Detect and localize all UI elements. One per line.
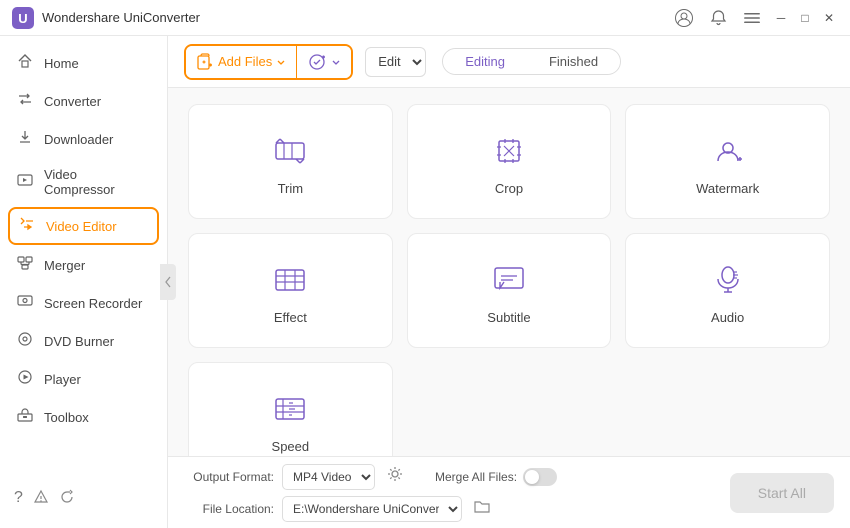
sidebar-item-home[interactable]: Home — [0, 44, 167, 82]
merge-toggle-switch[interactable] — [523, 468, 557, 486]
output-settings: Output Format: MP4 Video Merge All Files… — [184, 464, 714, 522]
sidebar-item-converter[interactable]: Converter — [0, 82, 167, 120]
converter-icon — [16, 91, 34, 111]
editor-grid: Trim Crop — [188, 104, 830, 456]
screen-recorder-icon — [16, 293, 34, 313]
editor-card-watermark[interactable]: Watermark — [625, 104, 830, 219]
sidebar-item-screen-recorder[interactable]: Screen Recorder — [0, 284, 167, 322]
toolbox-icon — [16, 407, 34, 427]
svg-text:U: U — [18, 11, 27, 26]
editor-card-speed[interactable]: Speed — [188, 362, 393, 456]
maximize-button[interactable]: □ — [796, 9, 814, 27]
output-format-select[interactable]: MP4 Video — [282, 464, 375, 490]
home-icon — [16, 53, 34, 73]
player-icon — [16, 369, 34, 389]
title-bar: U Wondershare UniConverter ─ □ — [0, 0, 850, 36]
main-layout: Home Converter Downloader Video Compress… — [0, 36, 850, 528]
output-format-row: Output Format: MP4 Video Merge All Files… — [184, 464, 714, 490]
sidebar: Home Converter Downloader Video Compress… — [0, 36, 168, 528]
sidebar-bottom: ? — [0, 479, 167, 520]
merge-all-files: Merge All Files: — [435, 468, 557, 486]
refresh-icon[interactable] — [59, 489, 75, 510]
speed-label: Speed — [272, 439, 310, 454]
sidebar-item-dvd-burner[interactable]: DVD Burner — [0, 322, 167, 360]
subtitle-label: Subtitle — [487, 310, 530, 325]
browse-folder-icon[interactable] — [470, 496, 494, 521]
collapse-sidebar-button[interactable] — [160, 264, 176, 300]
tab-editing[interactable]: Editing — [443, 49, 527, 74]
editor-grid-area: Trim Crop — [168, 88, 850, 456]
minimize-button[interactable]: ─ — [772, 9, 790, 27]
editor-card-effect[interactable]: Effect — [188, 233, 393, 348]
help-icon[interactable]: ? — [14, 489, 23, 510]
video-compressor-icon — [16, 172, 34, 192]
edit-dropdown[interactable]: Edit — [365, 47, 426, 77]
account-icon[interactable] — [670, 4, 698, 32]
editor-card-audio[interactable]: Audio — [625, 233, 830, 348]
add-files-button[interactable]: Add Files — [186, 46, 297, 78]
sidebar-item-toolbox[interactable]: Toolbox — [0, 398, 167, 436]
content-area: Add Files Edit Editing — [168, 36, 850, 528]
audio-icon — [710, 262, 746, 298]
file-location-label: File Location: — [184, 502, 274, 516]
sidebar-item-downloader[interactable]: Downloader — [0, 120, 167, 158]
output-format-label: Output Format: — [184, 470, 274, 484]
merger-icon — [16, 255, 34, 275]
crop-icon — [491, 133, 527, 169]
file-location-row: File Location: E:\Wondershare UniConvert… — [184, 496, 714, 522]
app-logo: U — [12, 7, 34, 29]
audio-label: Audio — [711, 310, 744, 325]
toolbar: Add Files Edit Editing — [168, 36, 850, 88]
editor-card-subtitle[interactable]: Subtitle — [407, 233, 612, 348]
tab-group: Editing Finished — [442, 48, 621, 75]
sidebar-item-player[interactable]: Player — [0, 360, 167, 398]
speed-icon — [272, 391, 308, 427]
bottom-bar: Output Format: MP4 Video Merge All Files… — [168, 456, 850, 528]
sidebar-item-merger[interactable]: Merger — [0, 246, 167, 284]
trim-label: Trim — [278, 181, 304, 196]
watermark-label: Watermark — [696, 181, 759, 196]
watermark-icon — [710, 133, 746, 169]
editor-card-crop[interactable]: Crop — [407, 104, 612, 219]
editor-card-trim[interactable]: Trim — [188, 104, 393, 219]
start-all-button[interactable]: Start All — [730, 473, 834, 513]
output-settings-icon[interactable] — [383, 464, 407, 489]
dvd-burner-icon — [16, 331, 34, 351]
merge-all-label: Merge All Files: — [435, 470, 517, 484]
menu-icon[interactable] — [738, 4, 766, 32]
window-controls: ─ □ ✕ — [670, 4, 838, 32]
effect-icon — [272, 262, 308, 298]
close-button[interactable]: ✕ — [820, 9, 838, 27]
add-files-group: Add Files — [184, 44, 353, 80]
notification-icon[interactable] — [704, 4, 732, 32]
effect-label: Effect — [274, 310, 307, 325]
app-title: Wondershare UniConverter — [42, 10, 670, 25]
file-location-select[interactable]: E:\Wondershare UniConverter — [282, 496, 462, 522]
add-to-editor-button[interactable] — [297, 46, 351, 78]
sidebar-item-video-compressor[interactable]: Video Compressor — [0, 158, 167, 206]
crop-label: Crop — [495, 181, 523, 196]
tab-finished[interactable]: Finished — [527, 49, 620, 74]
video-editor-icon — [18, 216, 36, 236]
sidebar-item-video-editor[interactable]: Video Editor — [8, 207, 159, 245]
trim-icon — [272, 133, 308, 169]
subtitle-icon — [491, 262, 527, 298]
downloader-icon — [16, 129, 34, 149]
alert-icon[interactable] — [33, 489, 49, 510]
